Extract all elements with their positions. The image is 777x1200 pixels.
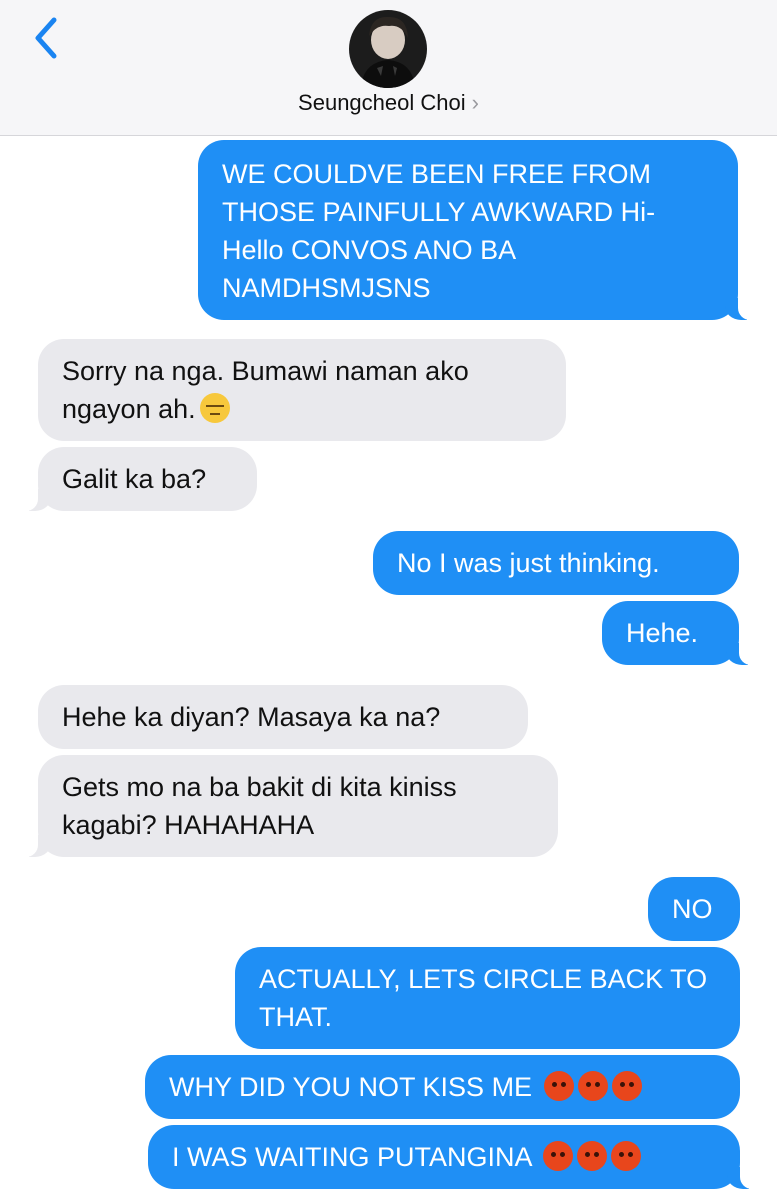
outgoing-message[interactable]: Hehe.	[602, 601, 761, 665]
incoming-message[interactable]: Gets mo na ba bakit di kita kiniss kagab…	[16, 755, 558, 857]
outgoing-message[interactable]: WHY DID YOU NOT KISS ME	[145, 1055, 740, 1119]
contact-avatar[interactable]	[349, 10, 427, 88]
contact-name-button[interactable]: Seungcheol Choi ›	[0, 90, 777, 116]
angry-face-emoji	[611, 1071, 642, 1101]
outgoing-message[interactable]: NO	[648, 877, 740, 941]
message-text: WHY DID YOU NOT KISS ME	[169, 1072, 533, 1102]
angry-face-emoji	[543, 1071, 574, 1101]
message-text: WE COULDVE BEEN FREE FROM THOSE PAINFULL…	[222, 159, 656, 303]
angry-face-emoji	[577, 1071, 608, 1101]
message-text: Sorry na nga. Bumawi naman ako ngayon ah…	[62, 356, 469, 424]
outgoing-message[interactable]: WE COULDVE BEEN FREE FROM THOSE PAINFULL…	[198, 140, 760, 320]
message-text: ACTUALLY, LETS CIRCLE BACK TO THAT.	[259, 964, 708, 1032]
message-text: I WAS WAITING PUTANGINA	[172, 1142, 532, 1172]
outgoing-message[interactable]: ACTUALLY, LETS CIRCLE BACK TO THAT.	[235, 947, 740, 1049]
message-text: No I was just thinking.	[397, 548, 660, 578]
incoming-message[interactable]: Hehe ka diyan? Masaya ka na?	[38, 685, 528, 749]
angry-face-emoji	[576, 1141, 607, 1171]
chevron-left-icon	[35, 17, 57, 59]
message-text: Hehe ka diyan? Masaya ka na?	[62, 702, 441, 732]
pensive-face-emoji	[199, 393, 230, 423]
message-text: NO	[672, 894, 713, 924]
angry-face-emoji	[610, 1141, 641, 1171]
message-text: Hehe.	[626, 618, 699, 648]
outgoing-message[interactable]: I WAS WAITING PUTANGINA	[148, 1125, 762, 1189]
chevron-right-icon: ›	[471, 90, 479, 115]
incoming-message[interactable]: Sorry na nga. Bumawi naman ako ngayon ah…	[38, 339, 566, 441]
message-text: Galit ka ba?	[62, 464, 207, 494]
outgoing-message[interactable]: No I was just thinking.	[373, 531, 739, 595]
message-text: Gets mo na ba bakit di kita kiniss kagab…	[62, 772, 457, 840]
contact-name: Seungcheol Choi	[298, 90, 466, 115]
incoming-message[interactable]: Galit ka ba?	[16, 447, 257, 511]
conversation-header: Seungcheol Choi ›	[0, 0, 777, 136]
back-button[interactable]	[28, 14, 68, 64]
angry-face-emoji	[542, 1141, 573, 1171]
